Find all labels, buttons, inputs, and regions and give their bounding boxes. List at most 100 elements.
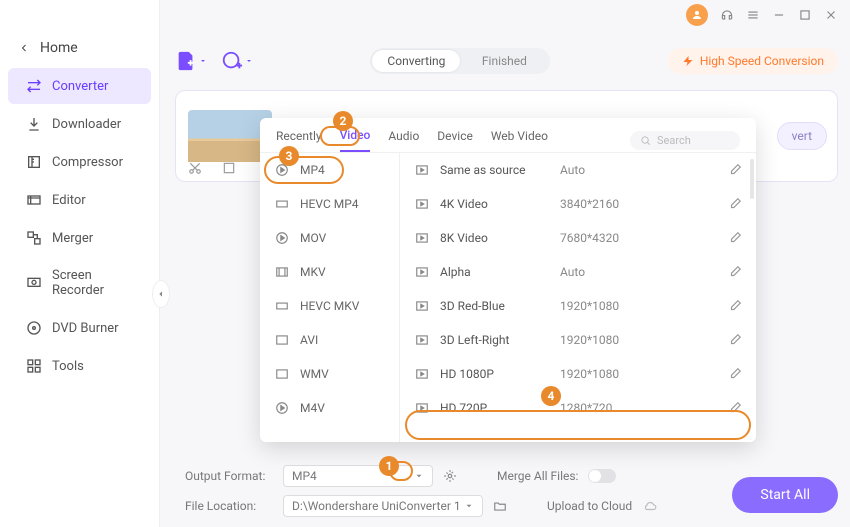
status-tabs: Converting Finished [370,48,550,74]
headset-icon[interactable] [720,8,734,22]
play-rect-icon [414,265,430,279]
format-hevc-mp4[interactable]: HEVC MP4 [260,187,399,221]
editor-icon [26,192,42,208]
preset-name: 3D Red-Blue [440,299,560,313]
edit-icon[interactable] [728,299,742,313]
tools-icon [26,358,42,374]
preset-hd-720p[interactable]: HD 720P1280*720 [400,391,756,425]
format-wmv[interactable]: WMV [260,357,399,391]
popup-search[interactable]: Search [630,131,740,150]
play-circle-icon [274,231,290,245]
preset-name: 8K Video [440,231,560,245]
chevron-left-icon [157,290,165,298]
merge-label: Merge All Files: [497,469,578,483]
file-location-label: File Location: [185,499,273,513]
format-hevc-mkv[interactable]: HEVC MKV [260,289,399,323]
format-label: MOV [300,231,326,245]
popup-tab-web[interactable]: Web Video [491,129,548,151]
start-all-button[interactable]: Start All [732,477,838,513]
preset-hd-1080p[interactable]: HD 1080P1920*1080 [400,357,756,391]
compressor-icon [26,154,42,170]
search-placeholder: Search [657,134,691,147]
format-avi[interactable]: AVI [260,323,399,357]
preset-3d-left-right[interactable]: 3D Left-Right1920*1080 [400,323,756,357]
format-label: AVI [300,333,318,347]
folder-icon[interactable] [493,499,507,513]
preset-8k[interactable]: 8K Video7680*4320 [400,221,756,255]
format-mov[interactable]: MOV [260,221,399,255]
back-home[interactable]: Home [0,30,159,66]
add-file-icon [175,50,197,72]
annotation-marker-2: 2 [333,111,353,131]
sidebar-item-label: Tools [52,359,84,374]
preset-alpha[interactable]: AlphaAuto [400,255,756,289]
preset-same-as-source[interactable]: Same as sourceAuto [400,153,756,187]
format-mkv[interactable]: MKV [260,255,399,289]
cut-icon[interactable] [188,161,202,175]
preset-name: 4K Video [440,197,560,211]
sidebar-item-downloader[interactable]: Downloader [8,106,151,142]
play-rect-icon [414,197,430,211]
maximize-icon[interactable] [798,8,812,22]
preset-name: Same as source [440,163,560,177]
preset-resolution: 7680*4320 [560,231,728,245]
edit-icon[interactable] [728,231,742,245]
tab-converting[interactable]: Converting [372,50,460,72]
output-format-label: Output Format: [185,469,273,483]
preset-4k[interactable]: 4K Video3840*2160 [400,187,756,221]
convert-chip[interactable]: vert [777,122,827,150]
preset-list: Same as sourceAuto 4K Video3840*2160 8K … [400,153,756,442]
file-location-select[interactable]: D:\Wondershare UniConverter 1 [283,495,483,517]
sidebar-item-converter[interactable]: Converter [8,68,151,104]
popup-tab-device[interactable]: Device [437,129,473,151]
sidebar-collapse-handle[interactable] [152,280,170,308]
menu-icon[interactable] [746,8,760,22]
scrollbar[interactable] [750,159,754,199]
high-speed-button[interactable]: High Speed Conversion [668,48,838,74]
chevron-down-icon [199,57,207,65]
sidebar-item-merger[interactable]: Merger [8,220,151,256]
popup-tab-audio[interactable]: Audio [388,129,419,151]
preset-resolution: 3840*2160 [560,197,728,211]
annotation-marker-1: 1 [379,456,399,476]
edit-icon[interactable] [728,163,742,177]
sidebar-item-compressor[interactable]: Compressor [8,144,151,180]
tab-finished[interactable]: Finished [460,50,548,72]
edit-icon[interactable] [728,197,742,211]
preset-name: Alpha [440,265,560,279]
format-label: MP4 [300,163,325,177]
film-icon [274,367,290,381]
chevron-down-icon [245,57,253,65]
popup-tab-video[interactable]: Video [340,128,371,152]
format-m4v[interactable]: M4V [260,391,399,425]
play-circle-icon [274,401,290,415]
sidebar-item-label: Downloader [52,117,121,132]
play-rect-icon [414,401,430,415]
sidebar-item-label: DVD Burner [52,321,119,336]
annotation-marker-3: 3 [279,146,299,166]
sidebar-item-screen-recorder[interactable]: Screen Recorder [8,258,151,308]
chevron-left-icon [18,42,30,54]
format-label: HEVC MKV [300,299,359,313]
preset-resolution: Auto [560,163,728,177]
user-avatar[interactable] [686,4,708,26]
add-url-button[interactable] [221,50,253,72]
sidebar-item-tools[interactable]: Tools [8,348,151,384]
minimize-icon[interactable] [772,8,786,22]
cloud-icon[interactable] [642,499,658,513]
edit-icon[interactable] [728,401,742,415]
output-format-select[interactable]: MP4 [283,465,433,487]
sidebar-item-editor[interactable]: Editor [8,182,151,218]
sidebar-item-dvd-burner[interactable]: DVD Burner [8,310,151,346]
play-rect-icon [414,367,430,381]
edit-icon[interactable] [728,265,742,279]
crop-icon[interactable] [222,161,236,175]
merge-toggle[interactable] [588,469,616,483]
settings-icon[interactable] [443,469,457,483]
add-file-button[interactable] [175,50,207,72]
format-label: MKV [300,265,326,279]
close-icon[interactable] [824,8,838,22]
preset-3d-red-blue[interactable]: 3D Red-Blue1920*1080 [400,289,756,323]
edit-icon[interactable] [728,367,742,381]
edit-icon[interactable] [728,333,742,347]
